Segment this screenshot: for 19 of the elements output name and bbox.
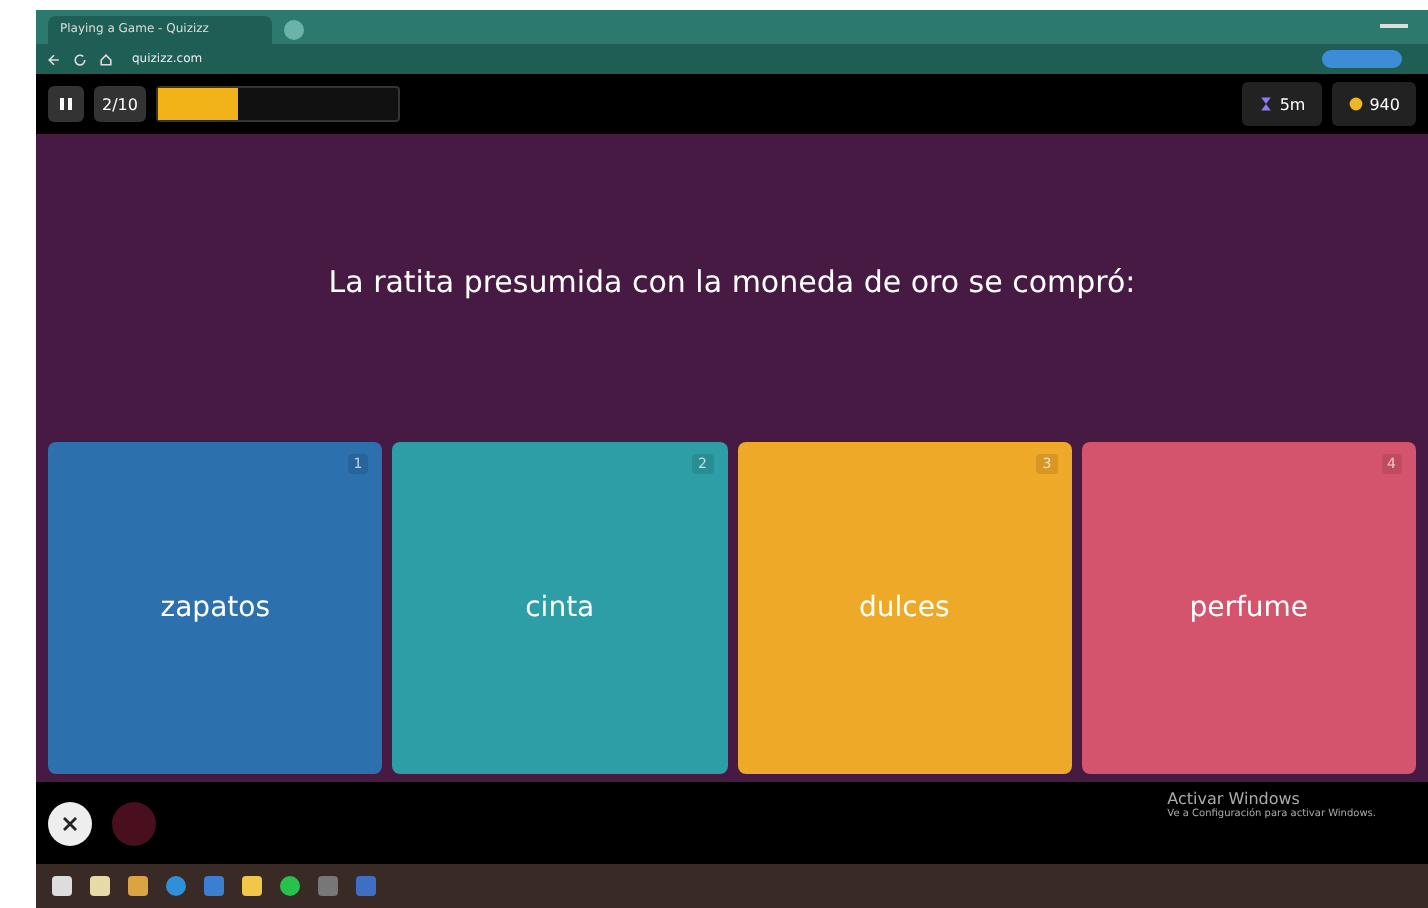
activation-title: Activar Windows [1167, 790, 1300, 809]
hourglass-icon [1257, 96, 1274, 113]
score-text: 940 [1369, 95, 1400, 114]
answer-text: perfume [1189, 592, 1309, 625]
power-up-button[interactable] [48, 801, 92, 846]
home-icon[interactable] [98, 51, 114, 68]
question-counter: 2/10 [94, 86, 146, 123]
answer-text: zapatos [160, 592, 270, 625]
back-icon[interactable] [46, 51, 62, 68]
pause-icon [56, 94, 76, 115]
coin-icon [1347, 96, 1364, 113]
pause-button[interactable] [48, 86, 84, 123]
cross-icon [60, 813, 80, 834]
timer-text: 5m [1279, 95, 1306, 114]
answer-text: cinta [525, 592, 595, 625]
minimize-icon[interactable] [1380, 23, 1408, 28]
answer-text: dulces [858, 592, 950, 625]
question-text: La ratita presumida con la moneda de oro se compró: [328, 262, 1136, 305]
reload-icon[interactable] [72, 51, 88, 68]
